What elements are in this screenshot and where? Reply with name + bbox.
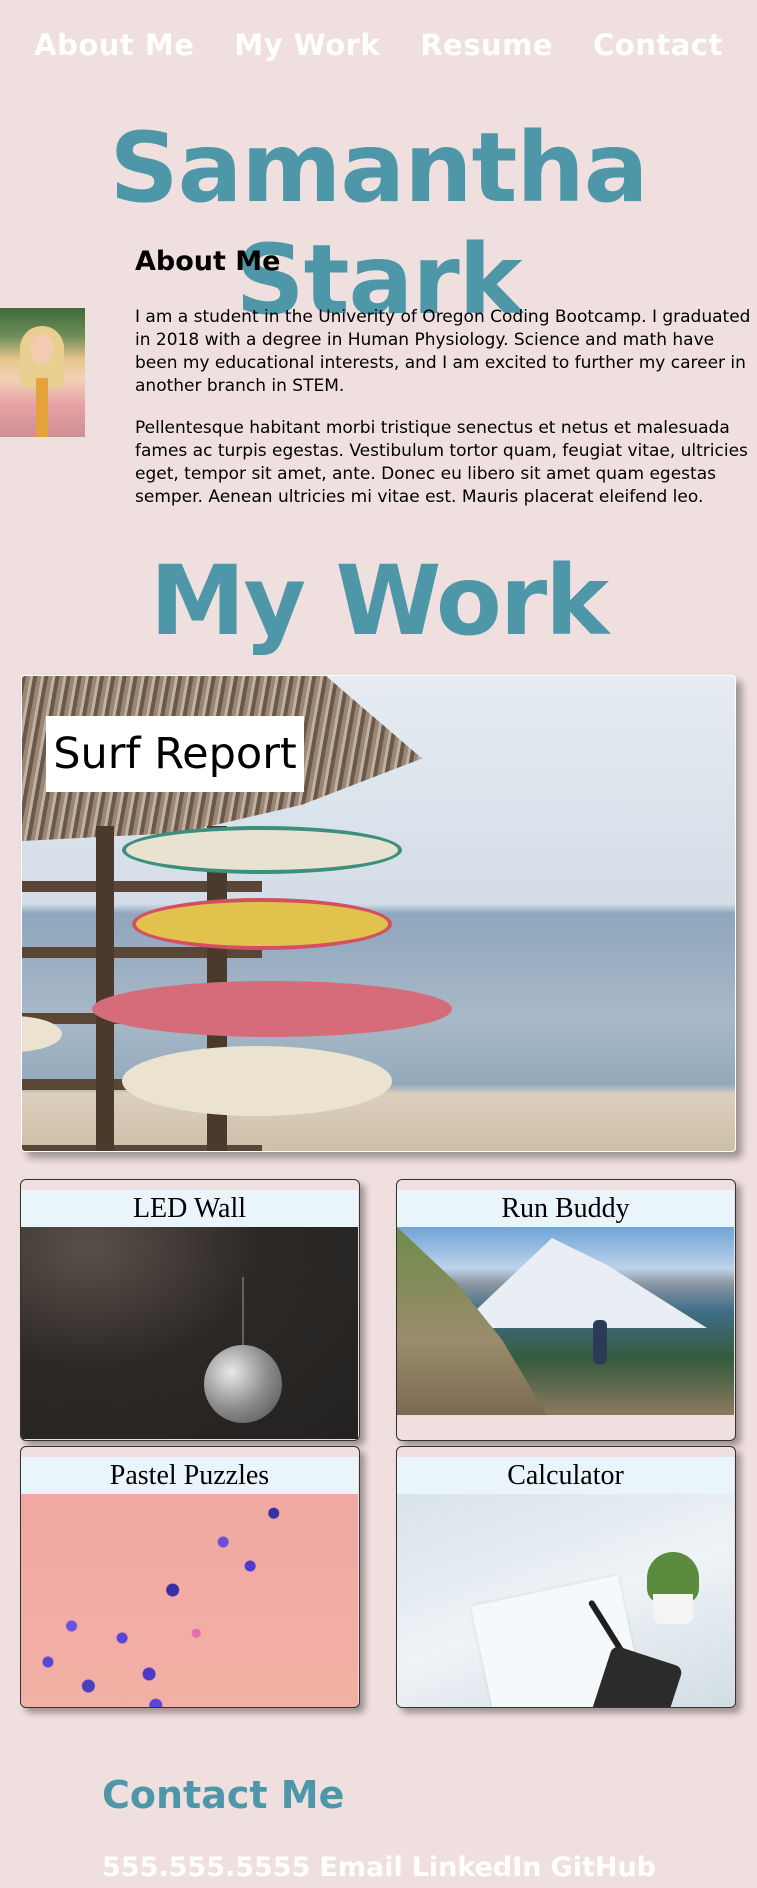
profile-photo [0,308,85,437]
featured-project-label: Surf Report [46,716,304,792]
about-paragraph: Pellentesque habitant morbi tristique se… [135,418,748,507]
email-link[interactable]: Email [319,1852,402,1883]
nav-my-work[interactable]: My Work [234,28,380,62]
project-card-calculator[interactable]: Calculator [396,1446,736,1708]
project-title: Run Buddy [397,1190,734,1227]
phone-link[interactable]: 555.555.5555 [102,1852,310,1883]
project-title: Calculator [397,1457,734,1494]
work-heading: My Work [149,545,609,657]
featured-project-card[interactable]: Surf Report [21,675,736,1152]
github-link[interactable]: GitHub [551,1852,656,1883]
about-heading: About Me [135,246,281,277]
top-nav: About Me My Work Resume Contact [0,28,757,62]
page-title: Samantha Stark [109,112,648,336]
project-title: LED Wall [21,1190,358,1227]
about-text: I am a student in the Univerity of Orego… [135,306,753,528]
project-card-pastel-puzzles[interactable]: Pastel Puzzles [20,1446,360,1708]
contact-heading: Contact Me [102,1773,345,1817]
about-paragraph: I am a student in the Univerity of Orego… [135,307,751,396]
linkedin-link[interactable]: LinkedIn [412,1852,542,1883]
calculator-desk-image [397,1494,734,1707]
nav-contact[interactable]: Contact [593,28,723,62]
project-card-led-wall[interactable]: LED Wall [20,1179,360,1441]
contact-links: 555.555.5555 Email LinkedIn GitHub [102,1852,665,1883]
nav-resume[interactable]: Resume [420,28,553,62]
disco-ball-image [21,1227,358,1439]
nav-about-me[interactable]: About Me [34,28,194,62]
project-card-run-buddy[interactable]: Run Buddy [396,1179,736,1441]
project-title: Pastel Puzzles [21,1457,358,1494]
